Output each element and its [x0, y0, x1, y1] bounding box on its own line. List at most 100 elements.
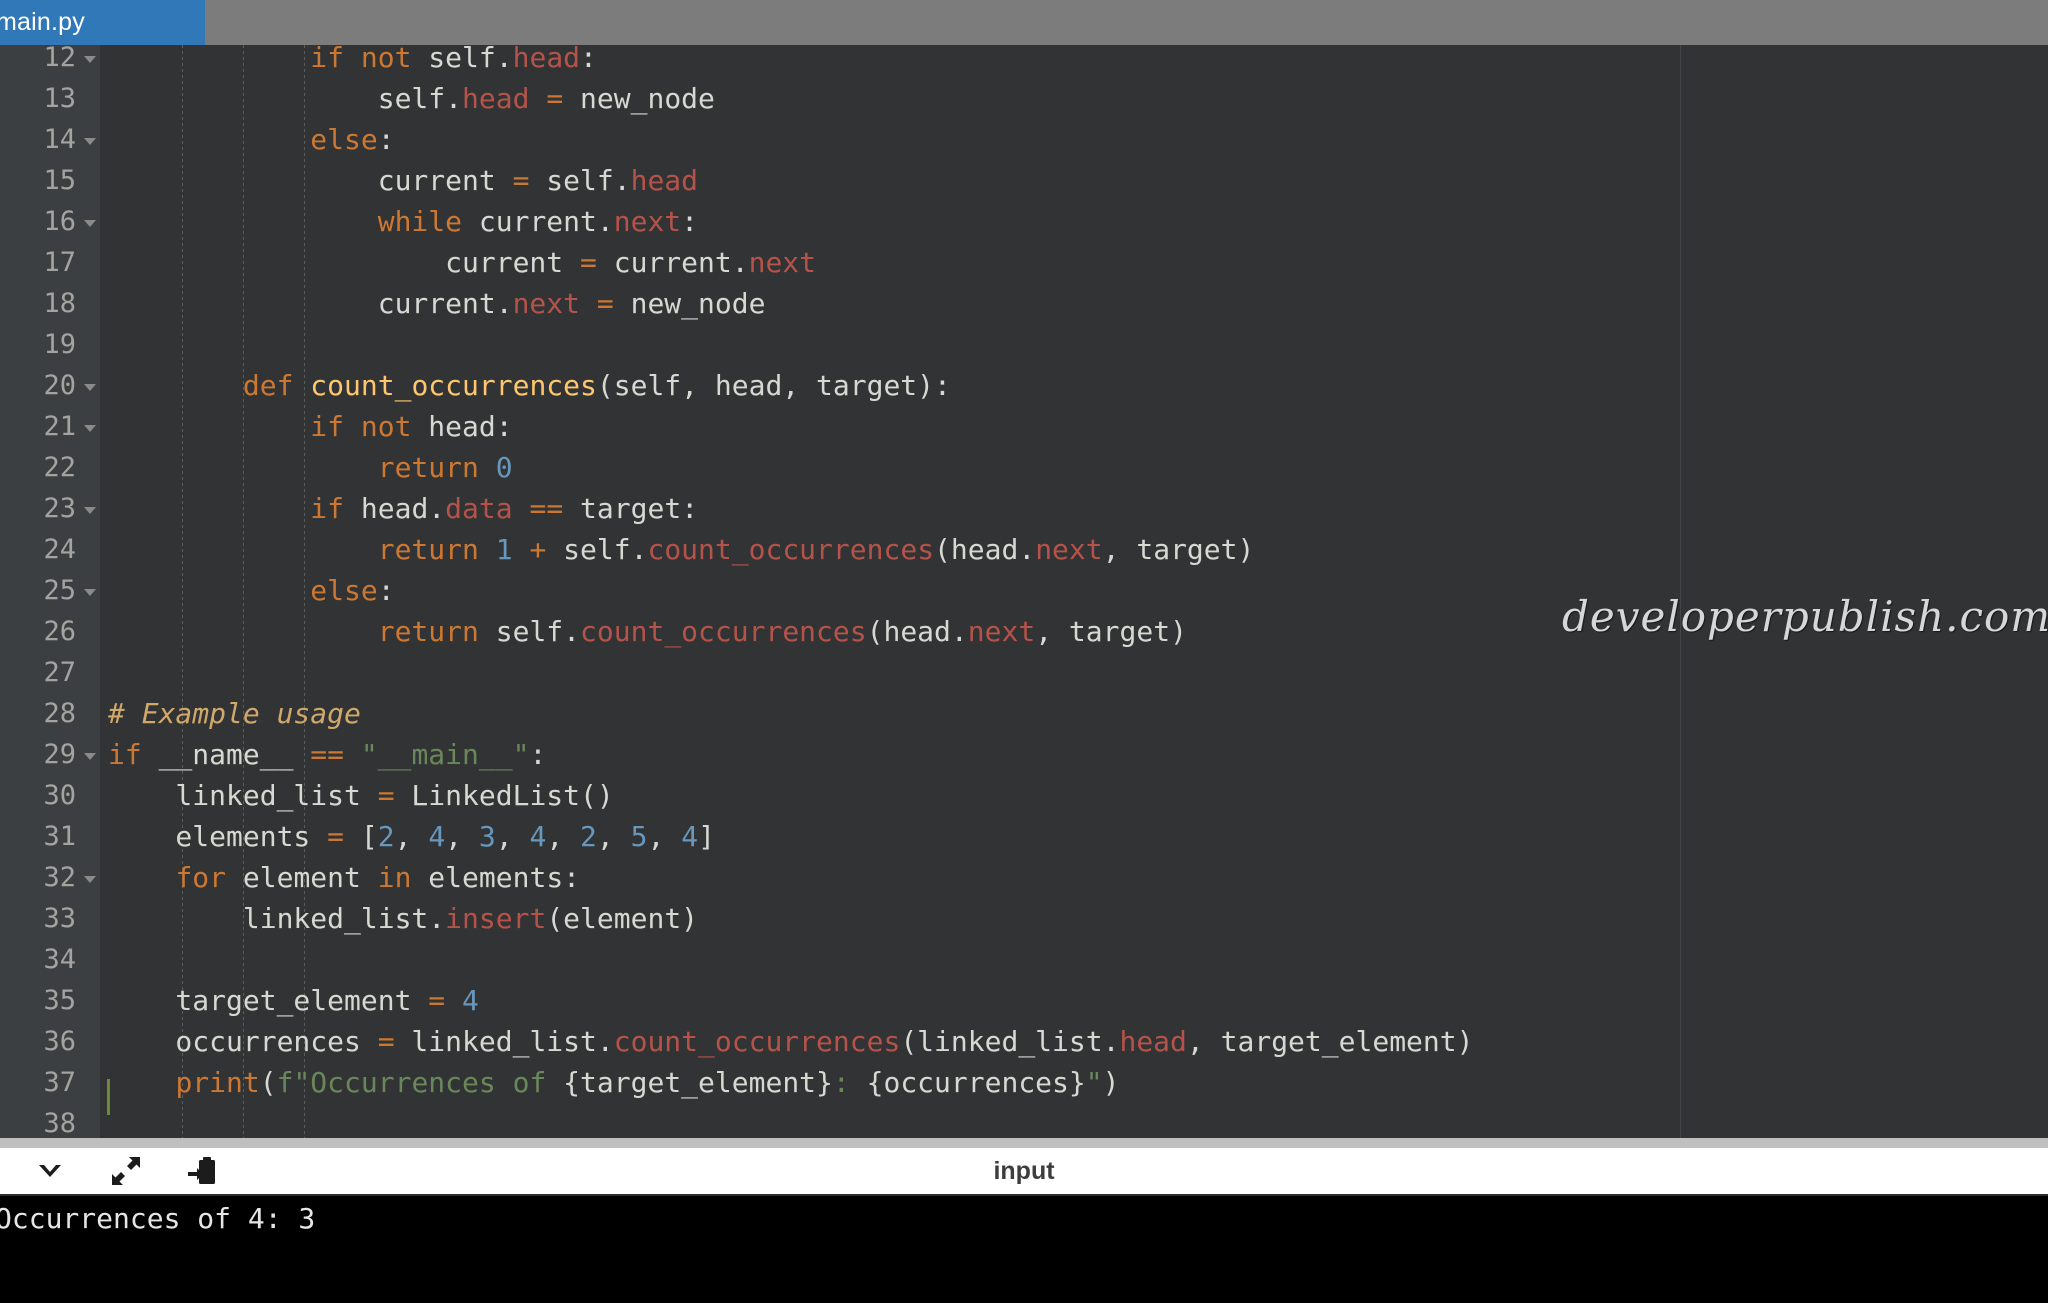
line-number[interactable]: 38 — [0, 1108, 100, 1138]
code-line[interactable]: 35 target_element = 4 — [0, 980, 2048, 1021]
code-line-text[interactable]: current.next = new_node — [100, 287, 2048, 320]
line-number[interactable]: 21 — [0, 411, 100, 442]
line-number[interactable]: 26 — [0, 616, 100, 647]
line-number[interactable]: 24 — [0, 534, 100, 565]
code-token: return — [377, 451, 479, 484]
code-token: head — [630, 164, 699, 197]
code-line-text[interactable]: for element in elements: — [100, 861, 2048, 894]
line-number[interactable]: 16 — [0, 206, 100, 237]
code-line-text[interactable]: elements = [2, 4, 3, 4, 2, 5, 4] — [100, 820, 2048, 853]
code-line[interactable]: 37 print(f"Occurrences of {target_elemen… — [0, 1062, 2048, 1103]
code-line[interactable]: 23 if head.data == target: — [0, 488, 2048, 529]
code-token: linked_list. — [394, 1025, 614, 1058]
line-number[interactable]: 33 — [0, 903, 100, 934]
code-token: self. — [411, 45, 513, 74]
line-number[interactable]: 17 — [0, 247, 100, 278]
line-number[interactable]: 12 — [0, 45, 100, 73]
line-number[interactable]: 14 — [0, 124, 100, 155]
code-token: [ — [344, 820, 378, 853]
code-line[interactable]: 30 linked_list = LinkedList() — [0, 775, 2048, 816]
line-number[interactable]: 34 — [0, 944, 100, 975]
line-number[interactable]: 32 — [0, 862, 100, 893]
code-line[interactable]: 36 occurrences = linked_list.count_occur… — [0, 1021, 2048, 1062]
code-line[interactable]: 34 — [0, 939, 2048, 980]
code-editor[interactable]: 12 if not self.head: 13 self.head = new_n… — [0, 45, 2048, 1138]
line-number[interactable]: 13 — [0, 83, 100, 114]
code-line[interactable]: 12 if not self.head: — [0, 45, 2048, 78]
code-token: if — [310, 492, 345, 525]
line-number[interactable]: 27 — [0, 657, 100, 688]
code-line-text[interactable]: return 0 — [100, 451, 2048, 484]
code-line[interactable]: 33 linked_list.insert(element) — [0, 898, 2048, 939]
line-number[interactable]: 36 — [0, 1026, 100, 1057]
code-token: next — [967, 615, 1036, 648]
code-line-text[interactable]: if not self.head: — [100, 45, 2048, 74]
code-line[interactable]: 24 return 1 + self.count_occurrences(hea… — [0, 529, 2048, 570]
code-line-text[interactable]: return self.count_occurrences(head.next,… — [100, 615, 2048, 648]
code-line[interactable]: 17 current = current.next — [0, 242, 2048, 283]
code-line[interactable]: 32 for element in elements: — [0, 857, 2048, 898]
code-line[interactable]: 18 current.next = new_node — [0, 283, 2048, 324]
code-token: linked_list. — [108, 902, 446, 935]
expand-arrows-icon[interactable] — [100, 1149, 152, 1193]
code-token: current. — [462, 205, 614, 238]
code-line-text[interactable]: if __name__ == "__main__": — [100, 738, 2048, 771]
code-line[interactable]: 16 while current.next: — [0, 201, 2048, 242]
code-line-text[interactable]: def count_occurrences(self, head, target… — [100, 369, 2048, 402]
code-line-text[interactable]: return 1 + self.count_occurrences(head.n… — [100, 533, 2048, 566]
console-output[interactable]: Occurrences of 4: 3 — [0, 1196, 2048, 1303]
code-line-text[interactable]: while current.next: — [100, 205, 2048, 238]
code-line[interactable]: 13 self.head = new_node — [0, 78, 2048, 119]
line-number[interactable]: 29 — [0, 739, 100, 770]
line-number[interactable]: 23 — [0, 493, 100, 524]
code-line[interactable]: 28 # Example usage — [0, 693, 2048, 734]
code-line[interactable]: 19 — [0, 324, 2048, 365]
line-number[interactable]: 18 — [0, 288, 100, 319]
line-number[interactable]: 31 — [0, 821, 100, 852]
code-token: element — [226, 861, 378, 894]
line-number[interactable]: 19 — [0, 329, 100, 360]
code-line-text[interactable]: else: — [100, 574, 2048, 607]
line-number[interactable]: 35 — [0, 985, 100, 1016]
code-line-text[interactable]: target_element = 4 — [100, 984, 2048, 1017]
code-line[interactable]: 27 — [0, 652, 2048, 693]
console-splitter[interactable] — [0, 1138, 2048, 1148]
code-line-text[interactable]: occurrences = linked_list.count_occurren… — [100, 1025, 2048, 1058]
code-line-text[interactable]: # Example usage — [100, 697, 2048, 730]
line-number[interactable]: 22 — [0, 452, 100, 483]
code-token: next — [748, 246, 817, 279]
code-line-text[interactable]: linked_list.insert(element) — [100, 902, 2048, 935]
code-line-text[interactable]: if head.data == target: — [100, 492, 2048, 525]
code-line[interactable]: 26 return self.count_occurrences(head.ne… — [0, 611, 2048, 652]
line-number[interactable]: 25 — [0, 575, 100, 606]
code-line-text[interactable]: linked_list = LinkedList() — [100, 779, 2048, 812]
code-line[interactable]: 29 if __name__ == "__main__": — [0, 734, 2048, 775]
paste-clipboard-icon[interactable] — [176, 1149, 228, 1193]
code-line[interactable]: 15 current = self.head — [0, 160, 2048, 201]
line-number[interactable]: 30 — [0, 780, 100, 811]
line-number[interactable]: 15 — [0, 165, 100, 196]
line-number[interactable]: 20 — [0, 370, 100, 401]
code-line[interactable]: 21 if not head: — [0, 406, 2048, 447]
tab-main-py[interactable]: main.py — [0, 0, 205, 45]
code-line-text[interactable]: self.head = new_node — [100, 82, 2048, 115]
code-line[interactable]: 20 def count_occurrences(self, head, tar… — [0, 365, 2048, 406]
collapse-chevron-icon[interactable] — [24, 1149, 76, 1193]
code-line-text[interactable]: current = self.head — [100, 164, 2048, 197]
line-number[interactable]: 37 — [0, 1067, 100, 1098]
code-line[interactable]: 31 elements = [2, 4, 3, 4, 2, 5, 4] — [0, 816, 2048, 857]
line-number[interactable]: 28 — [0, 698, 100, 729]
code-line[interactable]: 14 else: — [0, 119, 2048, 160]
code-line[interactable]: 38 — [0, 1103, 2048, 1138]
code-line[interactable]: 25 else: — [0, 570, 2048, 611]
code-line-text[interactable]: else: — [100, 123, 2048, 156]
code-token: 4 — [681, 820, 699, 853]
code-line-text[interactable]: print(f"Occurrences of {target_element}:… — [100, 1066, 2048, 1099]
code-line-text[interactable]: current = current.next — [100, 246, 2048, 279]
code-line-text[interactable]: if not head: — [100, 410, 2048, 443]
code-lines[interactable]: 12 if not self.head: 13 self.head = new_n… — [0, 45, 2048, 1138]
code-line[interactable]: 22 return 0 — [0, 447, 2048, 488]
